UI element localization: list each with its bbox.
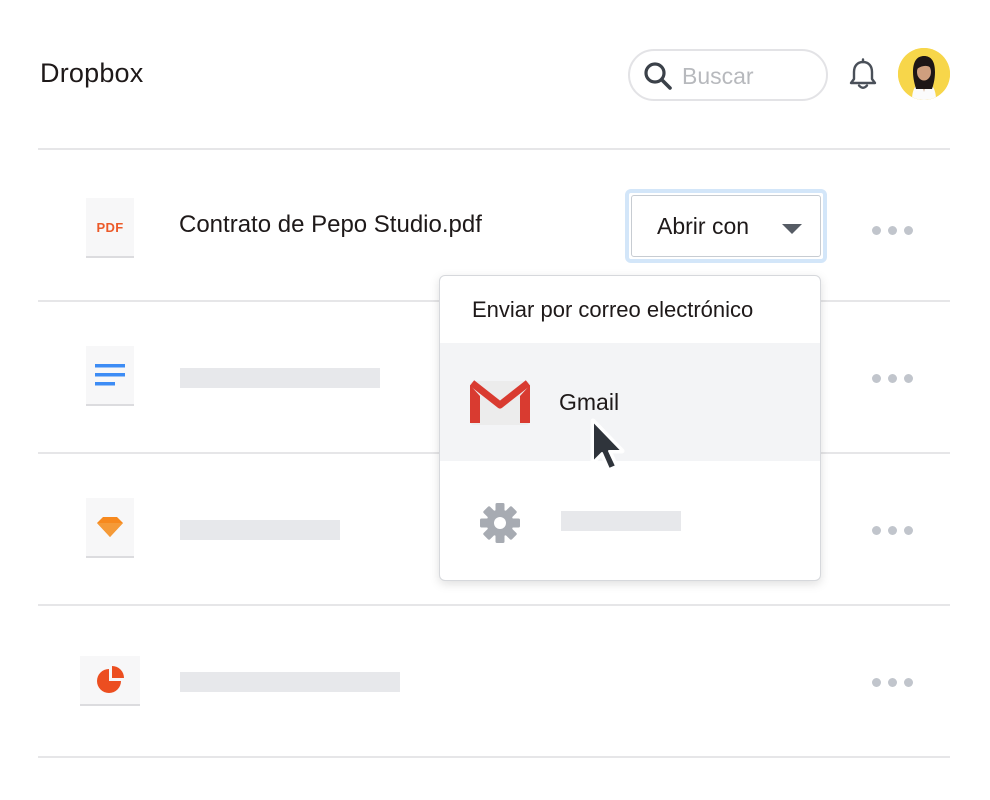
open-with-button[interactable]: Abrir con: [625, 189, 827, 263]
presentation-file-icon: [80, 656, 140, 706]
more-options-button[interactable]: [872, 224, 914, 236]
gmail-icon: [470, 380, 530, 425]
gear-icon: [480, 503, 520, 543]
open-with-dropdown: Enviar por correo electrónico Gmail: [439, 275, 821, 581]
mouse-cursor-icon: [590, 418, 625, 472]
user-photo-icon: [898, 48, 950, 100]
menu-item-other-app[interactable]: [440, 461, 820, 580]
more-options-button[interactable]: [872, 676, 914, 688]
sketch-file-icon: [86, 498, 134, 558]
app-title: Dropbox: [40, 58, 144, 88]
more-options-button[interactable]: [872, 372, 914, 384]
file-name[interactable]: Contrato de Pepo Studio.pdf: [179, 211, 482, 239]
app-name-placeholder: [561, 511, 681, 531]
chevron-down-icon: [782, 224, 802, 234]
divider: [38, 756, 950, 758]
open-with-label: Abrir con: [657, 213, 750, 239]
search-box[interactable]: [628, 49, 828, 101]
file-name-placeholder: [180, 368, 380, 388]
search-input[interactable]: [682, 61, 818, 91]
avatar[interactable]: [898, 48, 950, 100]
divider: [38, 148, 950, 150]
search-icon: [644, 62, 672, 90]
bell-icon[interactable]: [846, 58, 880, 92]
document-file-icon: [86, 346, 134, 406]
gmail-label: Gmail: [559, 389, 620, 415]
divider: [38, 604, 950, 606]
pdf-file-icon: PDF: [86, 198, 134, 258]
menu-item-gmail[interactable]: Gmail: [440, 343, 820, 461]
file-name-placeholder: [180, 520, 340, 540]
file-name-placeholder: [180, 672, 400, 692]
pdf-type-label: PDF: [96, 219, 124, 235]
more-options-button[interactable]: [872, 524, 914, 536]
dropdown-header: Enviar por correo electrónico: [472, 297, 754, 322]
